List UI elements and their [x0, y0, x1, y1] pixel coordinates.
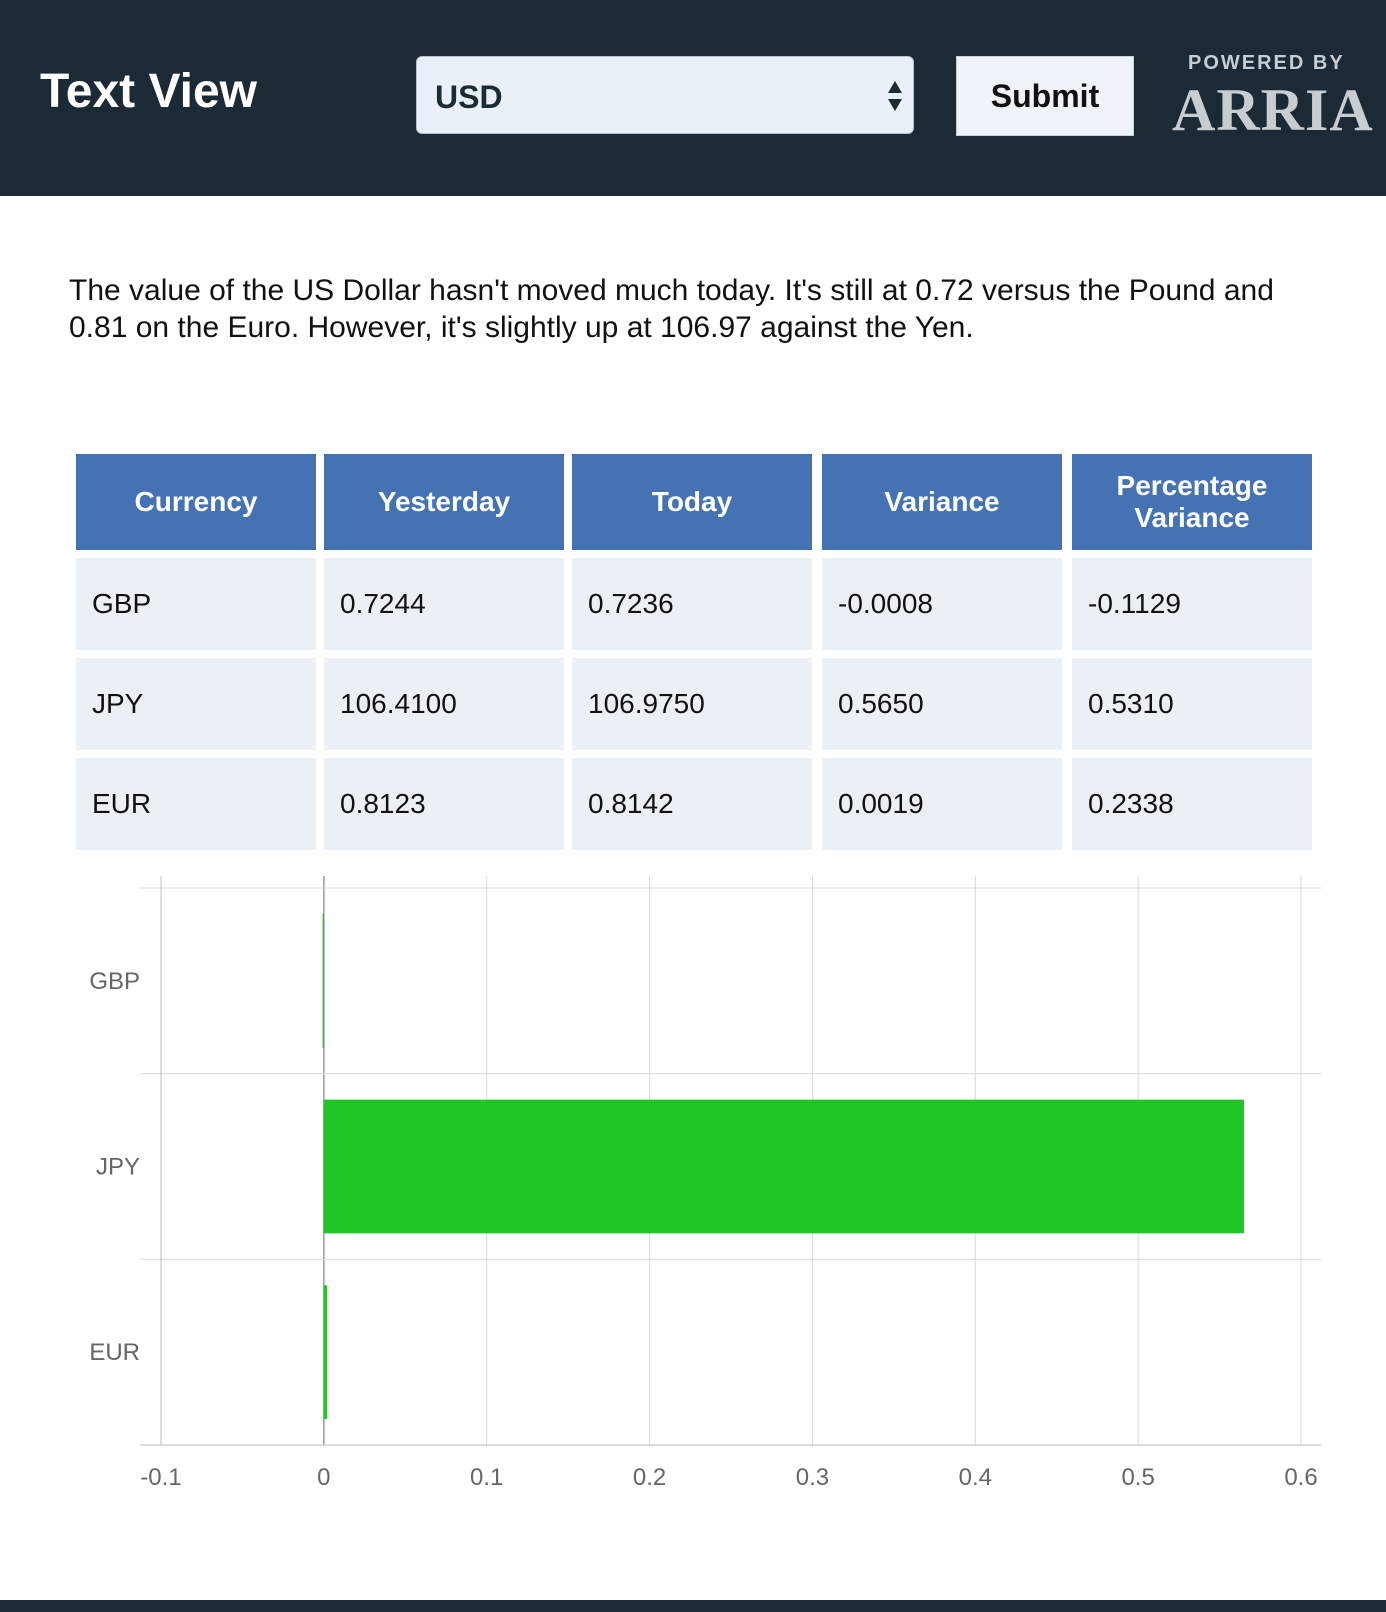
- x-tick-label: 0.1: [470, 1464, 503, 1491]
- y-tick-label: GBP: [89, 968, 140, 995]
- variance-bar-chart: -0.1 0 0.1 0.2 0.3 0.4 0.5 0.6 GBP JPY EUR: [89, 876, 1321, 1491]
- x-tick-label: 0.6: [1284, 1464, 1317, 1491]
- bar-jpy: [323, 1099, 1244, 1234]
- x-tick-label: 0.4: [959, 1464, 992, 1491]
- y-tick-label: JPY: [96, 1154, 140, 1181]
- x-tick-label: -0.1: [140, 1464, 181, 1491]
- x-tick-label: 0: [317, 1464, 330, 1491]
- footer-bar: [0, 1600, 1386, 1612]
- y-tick-label: EUR: [89, 1339, 140, 1366]
- x-tick-label: 0.5: [1121, 1464, 1154, 1491]
- x-tick-label: 0.2: [633, 1464, 666, 1491]
- bar-gbp: [322, 913, 324, 1048]
- bar-eur: [323, 1285, 327, 1420]
- x-tick-label: 0.3: [796, 1464, 829, 1491]
